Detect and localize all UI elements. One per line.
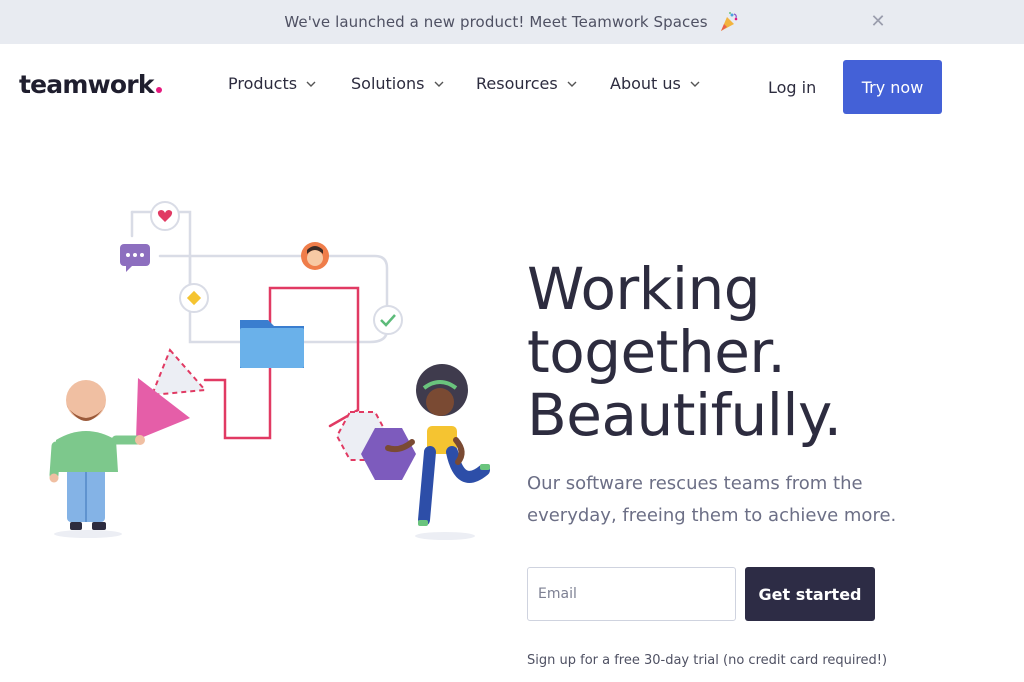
nav-item-solutions[interactable]: Solutions [351,74,444,93]
logo-text: teamwork [19,70,154,99]
check-bubble [373,305,403,335]
trial-fine-print: Sign up for a free 30-day trial (no cred… [527,653,888,668]
email-field[interactable] [527,567,736,621]
nav-item-label: Solutions [351,74,425,93]
main-nav: teamwork Products Solutions Resources Ab… [0,44,1024,134]
hero-title-line: together. [527,318,786,386]
hero-illustration [49,201,490,540]
nav-item-products[interactable]: Products [228,74,316,93]
chevron-down-icon [567,81,577,87]
get-started-button[interactable]: Get started [745,567,875,621]
man-figure [49,380,145,538]
announcement-text[interactable]: We've launched a new product! Meet Teamw… [284,13,707,31]
party-popper-icon [720,12,737,31]
try-now-button[interactable]: Try now [843,60,942,114]
login-link[interactable]: Log in [768,78,816,97]
nav-item-about[interactable]: About us [610,74,700,93]
logo[interactable]: teamwork [19,70,162,99]
folder-icon [240,320,304,368]
hero-title: Working together. Beautifully. [527,258,842,447]
hero-title-line: Beautifully. [527,381,842,449]
hero-title-line: Working [527,255,761,323]
chevron-down-icon [690,81,700,87]
nav-item-label: Products [228,74,298,93]
logo-dot [155,87,162,93]
nav-item-resources[interactable]: Resources [476,74,577,93]
announcement-bar: We've launched a new product! Meet Teamw… [0,0,1024,44]
hero-subtitle: Our software rescues teams from the ever… [527,473,897,526]
close-icon[interactable]: ✕ [868,12,888,32]
nav-item-label: About us [610,74,681,93]
chevron-down-icon [306,81,316,87]
nav-item-label: Resources [476,74,558,93]
chevron-down-icon [434,81,444,87]
